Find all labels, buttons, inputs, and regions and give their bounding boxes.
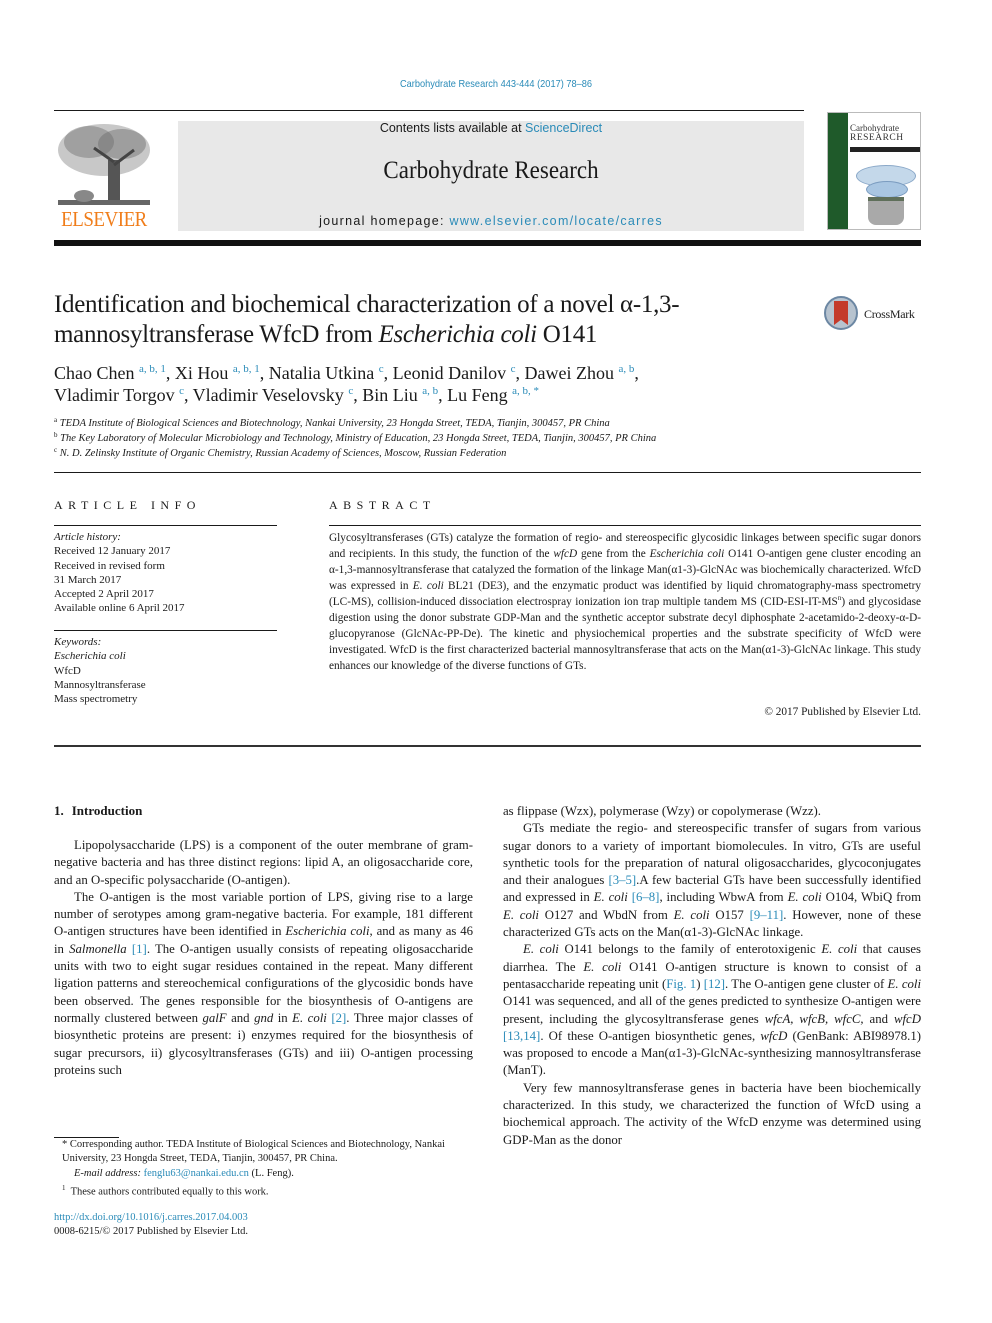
keywords-label: Keywords:	[54, 636, 102, 648]
journal-cover-thumbnail[interactable]: Carbohydrate RESEARCH	[827, 112, 921, 230]
divider	[54, 472, 921, 473]
paragraph: Lipopolysaccharide (LPS) is a component …	[54, 838, 473, 887]
cover-title-line1: Carbohydrate	[850, 123, 899, 133]
author[interactable]: Natalia Utkina c	[269, 363, 384, 383]
title-strain: O141	[536, 321, 598, 348]
homepage-prefix: journal homepage:	[319, 214, 450, 228]
title-organism: Escherichia coli	[378, 321, 537, 348]
doi-link[interactable]: http://dx.doi.org/10.1016/j.carres.2017.…	[54, 1212, 248, 1223]
reference-link[interactable]: [9–11]	[750, 908, 784, 922]
issn-copyright: 0008-6215/© 2017 Published by Elsevier L…	[54, 1226, 249, 1238]
cover-title-line2: RESEARCH	[850, 133, 904, 143]
author[interactable]: Xi Hou a, b, 1	[175, 363, 260, 383]
equal-contribution-note: 1 These authors contributed equally to t…	[62, 1184, 269, 1198]
author[interactable]: Vladimir Torgov c	[54, 385, 184, 405]
article-info-heading: ARTICLE INFO	[54, 498, 201, 512]
history-item: Received 12 January 2017	[54, 545, 171, 558]
keyword: Mass spectrometry	[54, 693, 138, 706]
body-column-right: as flippase (Wzx), polymerase (Wzy) or c…	[503, 803, 921, 1149]
journal-citation-link[interactable]: Carbohydrate Research 443-444 (2017) 78–…	[60, 78, 933, 90]
reference-link[interactable]: [6–8]	[632, 890, 660, 904]
affiliations: a TEDA Institute of Biological Sciences …	[54, 416, 914, 461]
divider	[54, 630, 277, 631]
affiliation: b The Key Laboratory of Molecular Microb…	[54, 431, 657, 445]
history-item: Received in revised form	[54, 559, 165, 572]
section-number: 1.	[54, 803, 64, 818]
journal-title: Carbohydrate Research	[383, 157, 599, 184]
reference-link[interactable]: [3–5]	[608, 873, 636, 887]
abstract-heading: ABSTRACT	[329, 498, 436, 512]
reference-link[interactable]: [12]	[704, 977, 725, 991]
homepage-line: journal homepage: www.elsevier.com/locat…	[178, 214, 804, 228]
author[interactable]: Chao Chen a, b, 1	[54, 363, 166, 383]
history-item: Accepted 2 April 2017	[54, 588, 154, 601]
abstract-copyright: © 2017 Published by Elsevier Ltd.	[764, 706, 921, 718]
keyword: Mannosyltransferase	[54, 678, 146, 691]
header-thick-rule	[54, 240, 921, 246]
keyword: WfcD	[54, 664, 81, 677]
author[interactable]: Vladimir Veselovsky c	[193, 385, 354, 405]
paragraph: E. coli O141 belongs to the family of en…	[503, 942, 922, 1078]
keyword: Escherichia coli	[54, 650, 126, 663]
keywords: Keywords: Escherichia coli WfcD Mannosyl…	[54, 635, 277, 706]
cover-illustration-cloud	[866, 181, 908, 198]
divider	[329, 525, 921, 526]
affiliation: a TEDA Institute of Biological Sciences …	[54, 416, 610, 430]
divider	[54, 525, 277, 526]
author-affiliation-link[interactable]: a, b, 1	[139, 363, 166, 375]
author-affiliation-link[interactable]: a, b, *	[512, 385, 539, 397]
article-history: Article history: Received 12 January 201…	[54, 530, 277, 616]
author[interactable]: Leonid Danilov c	[393, 363, 516, 383]
article-title: Identification and biochemical character…	[54, 290, 794, 350]
contents-line: Contents lists available at ScienceDirec…	[178, 121, 804, 135]
author[interactable]: Dawei Zhou a, b	[525, 363, 635, 383]
paragraph: The O-antigen is the most variable porti…	[54, 889, 474, 1077]
paragraph: Very few mannosyltransferase genes in ba…	[503, 1080, 921, 1147]
figure-link[interactable]: Fig. 1	[666, 977, 696, 991]
author-list: Chao Chen a, b, 1, Xi Hou a, b, 1, Natal…	[54, 363, 639, 405]
contents-prefix: Contents lists available at	[379, 121, 526, 135]
reference-link[interactable]: [1]	[132, 942, 147, 956]
header-top-rule	[54, 110, 804, 111]
cover-spine	[828, 113, 848, 229]
author[interactable]: Bin Liu a, b	[362, 385, 438, 405]
elsevier-logo[interactable]: ELSEVIER	[54, 120, 154, 232]
reference-link[interactable]: [13,14]	[503, 1029, 540, 1043]
section-heading-introduction: 1. Introduction	[54, 803, 142, 819]
crossmark-label: CrossMark	[864, 307, 915, 321]
author-affiliation-link[interactable]: a, b	[619, 363, 635, 375]
history-item: Available online 6 April 2017	[54, 602, 185, 615]
journal-homepage-link[interactable]: www.elsevier.com/locate/carres	[450, 214, 663, 228]
section-title: Introduction	[71, 803, 143, 818]
affiliation: c N. D. Zelinsky Institute of Organic Ch…	[54, 446, 507, 460]
footnotes: * Corresponding author. TEDA Institute o…	[54, 1138, 484, 1200]
history-item: 31 March 2017	[54, 573, 122, 586]
author[interactable]: Lu Feng a, b, *	[447, 385, 539, 405]
author-affiliation-link[interactable]: a, b, 1	[233, 363, 260, 375]
paragraph: GTs mediate the regio- and stereospecifi…	[503, 821, 922, 940]
doi-block: http://dx.doi.org/10.1016/j.carres.2017.…	[54, 1211, 484, 1240]
email-note: E-mail address: fenglu63@nankai.edu.cn (…	[74, 1167, 294, 1179]
sciencedirect-link[interactable]: ScienceDirect	[525, 121, 602, 135]
corresponding-author-note: * Corresponding author. TEDA Institute o…	[62, 1139, 445, 1165]
email-link[interactable]: fenglu63@nankai.edu.cn	[144, 1168, 249, 1179]
body-column-left: Lipopolysaccharide (LPS) is a component …	[54, 837, 473, 1079]
reference-link[interactable]: [2]	[331, 1011, 346, 1025]
author-affiliation-link[interactable]: a, b	[422, 385, 438, 397]
cover-subtitle-bar	[850, 147, 920, 152]
elsevier-wordmark: ELSEVIER	[61, 207, 147, 231]
divider	[54, 745, 921, 747]
crossmark-button[interactable]: CrossMark	[824, 296, 924, 336]
history-label: Article history:	[54, 531, 121, 543]
tree-icon	[58, 124, 150, 205]
journal-banner: Contents lists available at ScienceDirec…	[178, 121, 804, 231]
cover-illustration-pot	[868, 197, 904, 225]
abstract-text: Glycosyltransferases (GTs) catalyze the …	[329, 532, 922, 672]
paragraph: as flippase (Wzx), polymerase (Wzy) or c…	[503, 804, 821, 818]
